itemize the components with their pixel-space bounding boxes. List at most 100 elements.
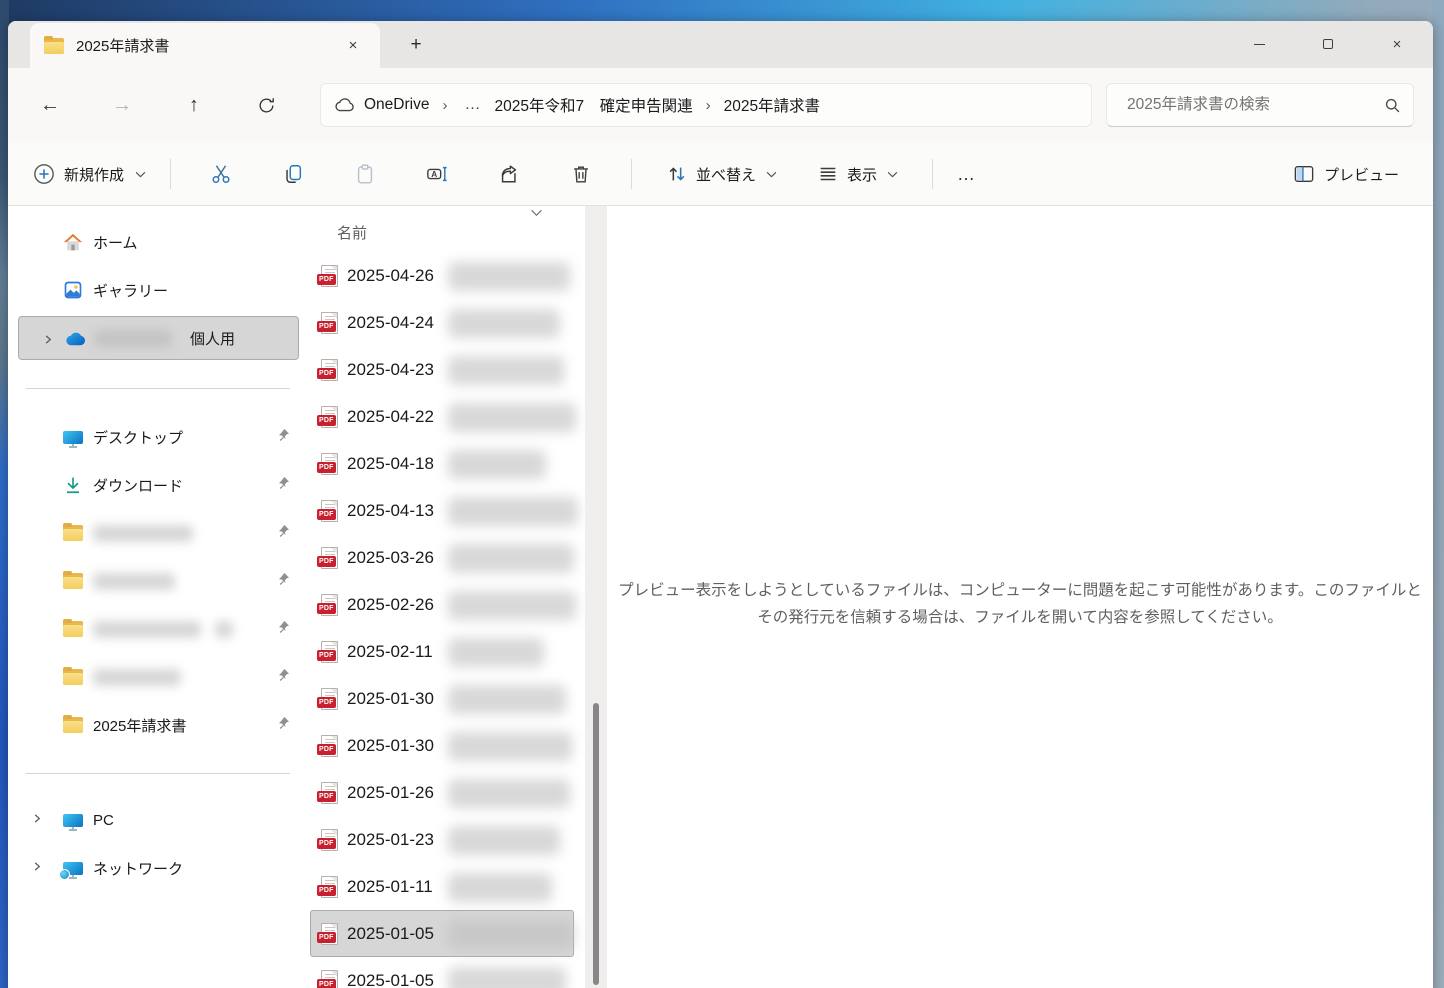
close-button[interactable]: × bbox=[1374, 27, 1420, 61]
new-button[interactable]: 新規作成 bbox=[33, 155, 156, 193]
redacted-filename bbox=[448, 779, 570, 808]
file-row[interactable]: 2025-03-26 bbox=[310, 534, 574, 581]
redacted-filename bbox=[448, 591, 576, 620]
file-name-date: 2025-04-22 bbox=[347, 407, 434, 427]
sort-direction-chevron-icon[interactable] bbox=[530, 209, 543, 217]
breadcrumb-parent-folder[interactable]: 2025年令和7 確定申告関連 bbox=[494, 94, 692, 116]
file-name-date: 2025-02-26 bbox=[347, 595, 434, 615]
pc-icon bbox=[62, 814, 84, 827]
sidebar-label: ダウンロード bbox=[93, 475, 183, 496]
file-name-date: 2025-01-05 bbox=[347, 924, 434, 944]
sidebar-item-pinned-folder[interactable] bbox=[8, 509, 302, 557]
sidebar-item-pc[interactable]: PC bbox=[8, 796, 302, 844]
breadcrumb-current-folder[interactable]: 2025年請求書 bbox=[724, 94, 820, 116]
sidebar-label: ギャラリー bbox=[93, 280, 168, 301]
pdf-file-icon bbox=[321, 688, 338, 710]
sidebar-item-downloads[interactable]: ダウンロード bbox=[8, 461, 302, 509]
forward-button[interactable]: → bbox=[99, 83, 145, 127]
folder-icon bbox=[63, 525, 83, 541]
rename-icon: A bbox=[425, 163, 449, 185]
more-options-button[interactable]: … bbox=[957, 164, 977, 185]
file-row[interactable]: 2025-01-30 bbox=[310, 722, 574, 769]
file-row[interactable]: 2025-04-24 bbox=[310, 299, 574, 346]
file-row[interactable]: 2025-04-26 bbox=[310, 252, 574, 299]
pin-icon bbox=[276, 476, 290, 490]
pdf-file-icon bbox=[321, 641, 338, 663]
file-row-selected[interactable]: 2025-01-05 bbox=[310, 910, 574, 957]
file-explorer-window: 2025年請求書 × + × ← → ↑ OneDrive › bbox=[8, 21, 1433, 988]
breadcrumb-overflow[interactable]: … bbox=[460, 96, 485, 114]
address-bar[interactable]: OneDrive › … 2025年令和7 確定申告関連 › 2025年請求書 bbox=[320, 83, 1092, 127]
copy-button[interactable] bbox=[269, 152, 317, 196]
sidebar-item-gallery[interactable]: ギャラリー bbox=[8, 266, 302, 314]
chevron-right-icon[interactable] bbox=[32, 861, 42, 872]
sidebar-label: ホーム bbox=[93, 232, 138, 253]
svg-text:A: A bbox=[431, 170, 437, 179]
tab-close-icon[interactable]: × bbox=[340, 33, 366, 59]
refresh-button[interactable] bbox=[243, 83, 289, 127]
column-header-name[interactable]: 名前 bbox=[337, 222, 367, 243]
pin-icon bbox=[276, 716, 290, 730]
sidebar-item-invoices[interactable]: 2025年請求書 bbox=[8, 701, 302, 749]
delete-button[interactable] bbox=[557, 152, 605, 196]
pdf-file-icon bbox=[321, 406, 338, 428]
file-row[interactable]: 2025-01-05 bbox=[310, 957, 574, 988]
search-icon[interactable] bbox=[1384, 97, 1401, 114]
preview-pane-icon bbox=[1293, 164, 1315, 184]
chevron-right-icon[interactable] bbox=[32, 813, 42, 824]
search-input[interactable] bbox=[1127, 96, 1384, 114]
preview-toggle-button[interactable]: プレビュー bbox=[1289, 156, 1403, 193]
redacted-filename bbox=[448, 544, 574, 573]
chevron-right-icon[interactable] bbox=[43, 334, 53, 345]
sidebar-item-network[interactable]: ネットワーク bbox=[8, 844, 302, 892]
file-row[interactable]: 2025-04-13 bbox=[310, 487, 574, 534]
redacted-filename bbox=[448, 967, 566, 988]
folder-icon bbox=[63, 669, 83, 685]
navigation-bar: ← → ↑ OneDrive › … 2025年令和7 確定申告関連 › 202… bbox=[8, 68, 1433, 143]
tab-invoices[interactable]: 2025年請求書 × bbox=[30, 23, 380, 68]
scrollbar-track[interactable] bbox=[585, 206, 607, 988]
file-row[interactable]: 2025-02-26 bbox=[310, 581, 574, 628]
home-icon bbox=[62, 233, 84, 252]
file-row[interactable]: 2025-01-26 bbox=[310, 769, 574, 816]
up-button[interactable]: ↑ bbox=[171, 83, 217, 127]
view-button[interactable]: 表示 bbox=[811, 155, 904, 193]
sidebar-item-pinned-folder[interactable] bbox=[8, 653, 302, 701]
minimize-button[interactable] bbox=[1236, 27, 1282, 61]
file-row[interactable]: 2025-01-11 bbox=[310, 863, 574, 910]
sidebar-item-home[interactable]: ホーム bbox=[8, 218, 302, 266]
command-toolbar: 新規作成 A bbox=[8, 143, 1433, 206]
file-row[interactable]: 2025-04-22 bbox=[310, 393, 574, 440]
file-row[interactable]: 2025-01-23 bbox=[310, 816, 574, 863]
pdf-file-icon bbox=[321, 547, 338, 569]
redacted-filename bbox=[448, 450, 546, 479]
cut-button[interactable] bbox=[197, 152, 245, 196]
maximize-button[interactable] bbox=[1305, 27, 1351, 61]
scrollbar-thumb[interactable] bbox=[593, 703, 599, 985]
file-name-date: 2025-01-30 bbox=[347, 736, 434, 756]
folder-icon bbox=[63, 621, 83, 637]
sidebar-item-pinned-folder[interactable] bbox=[8, 557, 302, 605]
cut-icon bbox=[210, 163, 232, 185]
file-row[interactable]: 2025-04-23 bbox=[310, 346, 574, 393]
file-row[interactable]: 2025-02-11 bbox=[310, 628, 574, 675]
sort-button[interactable]: 並べ替え bbox=[660, 155, 783, 193]
file-row[interactable]: 2025-01-30 bbox=[310, 675, 574, 722]
new-tab-button[interactable]: + bbox=[402, 31, 430, 59]
paste-icon bbox=[354, 163, 376, 185]
pdf-file-icon bbox=[321, 735, 338, 757]
paste-button[interactable] bbox=[341, 152, 389, 196]
file-name-date: 2025-04-24 bbox=[347, 313, 434, 333]
share-button[interactable] bbox=[485, 152, 533, 196]
file-name-date: 2025-04-18 bbox=[347, 454, 434, 474]
file-row[interactable]: 2025-04-18 bbox=[310, 440, 574, 487]
pdf-file-icon bbox=[321, 312, 338, 334]
sidebar-item-pinned-folder[interactable] bbox=[8, 605, 302, 653]
back-button[interactable]: ← bbox=[27, 83, 73, 127]
breadcrumb-onedrive[interactable]: OneDrive bbox=[364, 96, 429, 114]
rename-button[interactable]: A bbox=[413, 152, 461, 196]
file-name-date: 2025-01-26 bbox=[347, 783, 434, 803]
sidebar-item-desktop[interactable]: デスクトップ bbox=[8, 413, 302, 461]
gallery-icon bbox=[62, 280, 84, 300]
sidebar-item-onedrive[interactable]: 個人用 bbox=[18, 316, 299, 360]
